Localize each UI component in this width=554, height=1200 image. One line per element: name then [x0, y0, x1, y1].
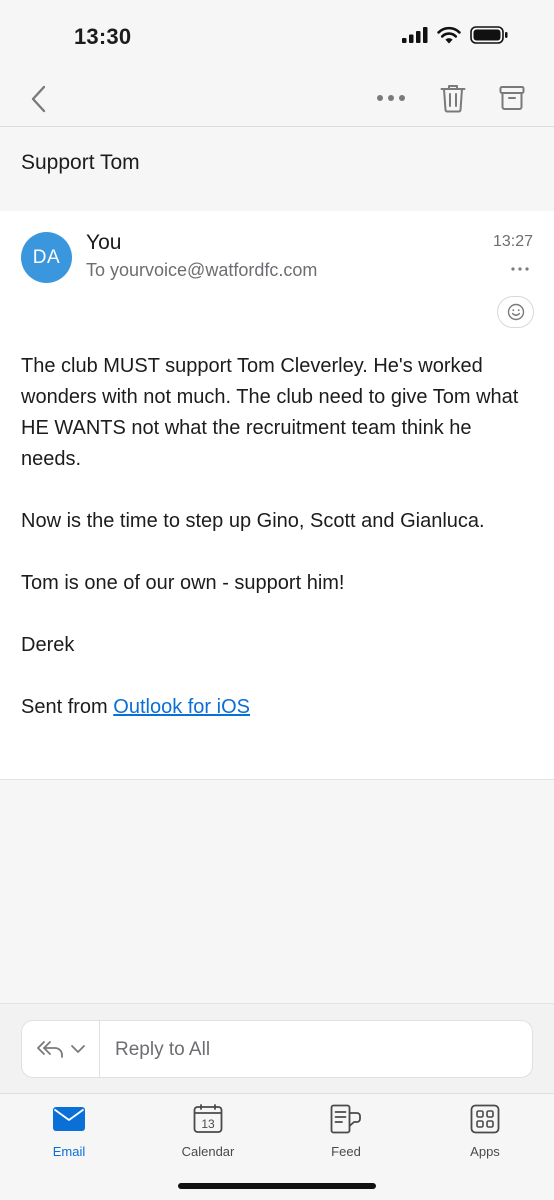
archive-button[interactable] [497, 81, 527, 115]
feed-icon [330, 1104, 361, 1134]
outlook-ios-link[interactable]: Outlook for iOS [113, 696, 250, 718]
more-icon [377, 95, 405, 101]
body-paragraph: The club MUST support Tom Cleverley. He'… [21, 355, 519, 470]
back-button[interactable] [24, 82, 52, 116]
message-time: 13:27 [492, 233, 533, 250]
recipient-line[interactable]: To yourvoice@watfordfc.com [86, 260, 317, 281]
avatar-initials: DA [32, 246, 61, 268]
trash-icon [440, 85, 466, 113]
signature: Sent from Outlook for iOS [21, 692, 533, 723]
status-bar: 13:30 [0, 0, 554, 72]
calendar-icon: 13 [193, 1104, 223, 1133]
message-toolbar [0, 72, 554, 126]
message-body: The club MUST support Tom Cleverley. He'… [21, 351, 533, 723]
reply-all-icon [36, 1041, 63, 1058]
empty-area [0, 781, 554, 1003]
signature-prefix: Sent from [21, 696, 114, 718]
status-icons [402, 26, 508, 44]
message-card: DA You To yourvoice@watfordfc.com 13:27 … [0, 211, 554, 780]
tab-label: Calendar [181, 1144, 235, 1159]
subject-header: Support Tom [0, 127, 554, 211]
archive-icon [499, 86, 525, 110]
home-indicator[interactable] [178, 1183, 376, 1189]
reply-placeholder[interactable]: Reply to All [115, 1039, 210, 1061]
body-paragraph: Now is the time to step up Gino, Scott a… [21, 510, 485, 532]
tab-apps[interactable]: Apps [435, 1102, 535, 1162]
calendar-day: 13 [201, 1117, 215, 1131]
battery-icon [470, 26, 508, 44]
tab-feed[interactable]: Feed [296, 1102, 396, 1162]
body-paragraph: Tom is one of our own - support him! [21, 572, 345, 594]
chevron-down-icon [70, 1045, 85, 1053]
tab-calendar[interactable]: 13 Calendar [158, 1102, 258, 1162]
apps-icon [470, 1104, 500, 1134]
mail-icon [53, 1107, 85, 1131]
reply-box[interactable]: Reply to All [21, 1020, 533, 1078]
delete-button[interactable] [438, 81, 468, 115]
tab-label: Feed [331, 1144, 361, 1159]
back-chevron-icon [31, 85, 46, 113]
reaction-button[interactable] [497, 296, 534, 328]
reply-options-button[interactable] [22, 1021, 100, 1077]
tab-label: Apps [470, 1144, 500, 1159]
email-subject: Support Tom [21, 151, 140, 174]
reply-bar: Reply to All [0, 1003, 554, 1093]
message-more-button[interactable] [510, 263, 530, 275]
cellular-signal-icon [402, 27, 428, 43]
more-icon [511, 267, 529, 271]
wifi-icon [437, 26, 461, 44]
more-options-button[interactable] [372, 86, 410, 110]
tab-label: Email [52, 1144, 86, 1159]
status-time: 13:30 [74, 24, 132, 49]
emoji-icon [507, 303, 524, 321]
body-paragraph: Derek [21, 634, 75, 656]
avatar[interactable]: DA [21, 232, 72, 283]
tab-email[interactable]: Email [19, 1102, 119, 1162]
sender-name[interactable]: You [86, 231, 121, 255]
